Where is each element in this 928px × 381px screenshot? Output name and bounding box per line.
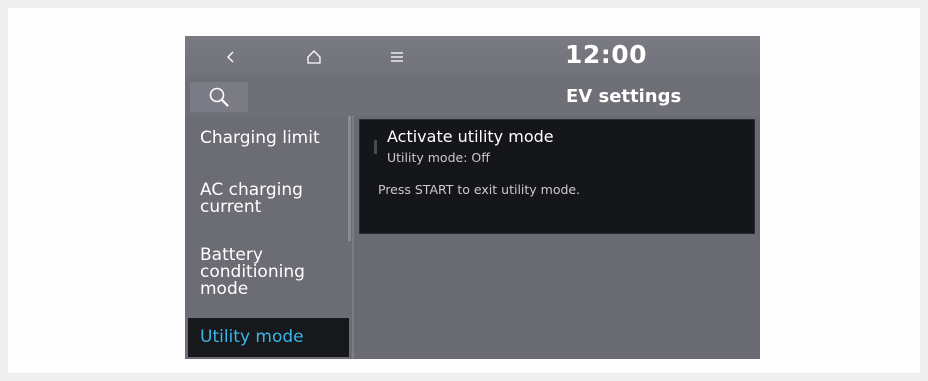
page-title: EV settings <box>566 86 682 107</box>
search-button[interactable] <box>190 82 248 112</box>
utility-mode-description: Press START to exit utility mode. <box>378 182 581 197</box>
sidebar-item-label: Charging limit <box>200 128 320 148</box>
sidebar-item-label: Utility mode <box>200 327 304 347</box>
status-bar: 12:00 <box>185 36 760 78</box>
infotainment-screen: 12:00 EV settings Charging limit AC char… <box>185 36 760 359</box>
activate-utility-mode-option[interactable]: Activate utility mode <box>387 127 554 146</box>
sidebar-item-battery-conditioning-mode[interactable]: Battery conditioning mode <box>185 247 351 298</box>
menu-button[interactable] <box>382 42 412 72</box>
search-icon <box>209 87 229 107</box>
sidebar: Charging limit AC charging current Batte… <box>185 116 351 359</box>
sidebar-item-ac-charging-current[interactable]: AC charging current <box>185 182 351 216</box>
menu-icon <box>391 52 403 62</box>
toggle-indicator[interactable] <box>374 140 377 154</box>
sidebar-item-utility-mode[interactable]: Utility mode <box>188 318 349 357</box>
sidebar-item-label: current <box>200 197 262 217</box>
page-header: EV settings <box>185 78 760 116</box>
back-button[interactable] <box>216 42 246 72</box>
home-button[interactable] <box>299 42 329 72</box>
clock: 12:00 <box>565 40 648 69</box>
utility-mode-status: Utility mode: Off <box>387 150 490 165</box>
back-icon <box>227 51 234 63</box>
sidebar-item-label: mode <box>200 279 249 299</box>
home-icon <box>307 50 321 64</box>
utility-mode-panel: Activate utility mode Utility mode: Off … <box>360 120 754 233</box>
panel-divider <box>352 116 354 359</box>
sidebar-scrollbar[interactable] <box>348 116 351 241</box>
sidebar-item-charging-limit[interactable]: Charging limit <box>185 130 351 147</box>
